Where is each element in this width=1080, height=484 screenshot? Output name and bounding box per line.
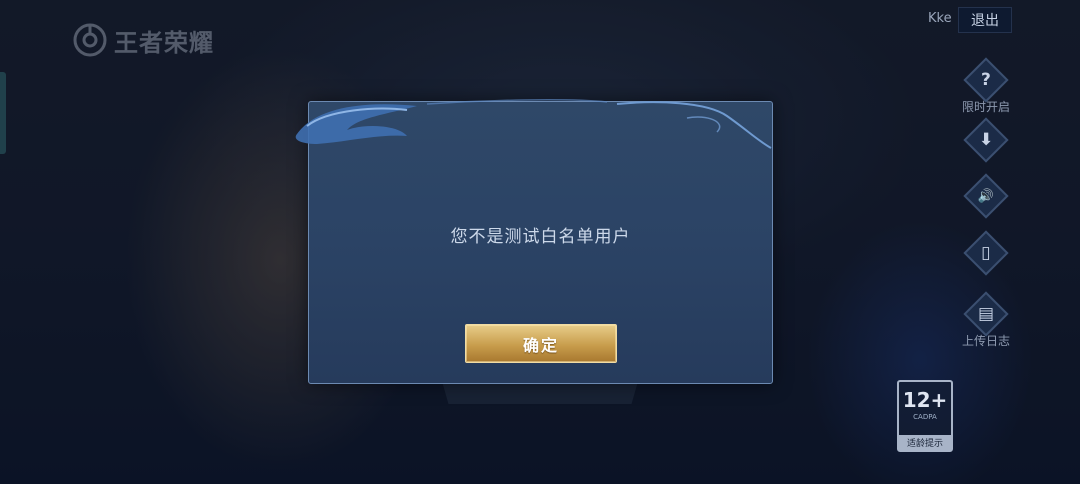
phone-icon: ▯	[963, 230, 1009, 276]
side-button-device[interactable]: ▯	[958, 230, 1014, 276]
logo-mark-icon	[73, 23, 107, 57]
left-edge-tab[interactable]	[0, 72, 6, 154]
age-rating-org: CADPA	[913, 413, 937, 421]
age-rating-value: 12+	[902, 388, 948, 412]
side-button-download[interactable]: ⬇	[958, 117, 1014, 163]
username: Kke	[928, 11, 952, 26]
speaker-icon: 🔊	[963, 173, 1009, 219]
side-button-limited-open[interactable]: ? 限时开启	[958, 57, 1014, 115]
confirm-button[interactable]: 确定	[465, 324, 617, 363]
cloud-ornament-icon	[295, 99, 772, 149]
download-icon: ⬇	[963, 117, 1009, 163]
game-logo: 王者荣耀	[72, 20, 214, 60]
logout-button[interactable]: 退出	[958, 7, 1012, 33]
side-button-upload-log[interactable]: ▤ 上传日志	[958, 291, 1014, 349]
question-icon: ?	[963, 57, 1009, 103]
age-rating-badge: 12+ CADPA 适龄提示	[897, 380, 953, 452]
side-button-sound[interactable]: 🔊	[958, 173, 1014, 219]
age-rating-tip: 适龄提示	[899, 435, 951, 450]
clipboard-icon: ▤	[963, 291, 1009, 337]
dialog-message: 您不是测试白名单用户	[450, 227, 631, 247]
logo-text: 王者荣耀	[114, 28, 214, 57]
alert-dialog: 您不是测试白名单用户 确定	[295, 99, 773, 384]
